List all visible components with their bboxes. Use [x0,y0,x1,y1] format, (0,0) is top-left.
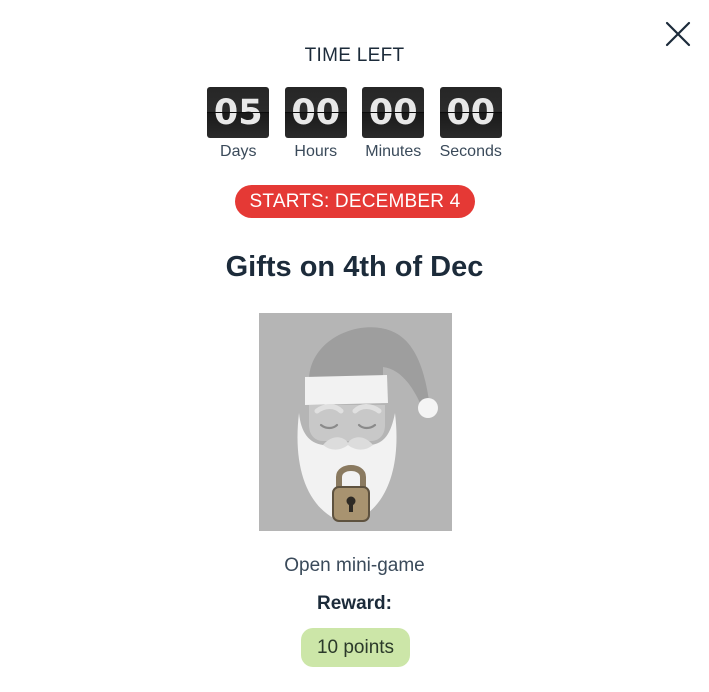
seconds-label: Seconds [439,143,502,160]
open-mini-game-link[interactable]: Open mini-game [0,555,709,577]
hours-value: 00 [284,87,347,138]
gift-modal: TIME LEFT 05 Days 00 Hours 00 Minutes 00… [0,0,709,692]
minutes-value: 00 [362,87,425,138]
starts-date-badge: STARTS: DECEMBER 4 [235,185,475,218]
santa-claus-locked-icon [297,327,438,522]
page-title: Gifts on 4th of Dec [225,251,484,283]
minutes-label: Minutes [365,143,422,160]
seconds-value: 00 [439,87,502,138]
mini-game-image[interactable] [259,313,452,531]
reward-points-badge: 10 points [301,628,410,667]
reward-label: Reward: [317,593,392,614]
countdown-seconds: 00 Seconds [432,87,510,161]
days-label: Days [220,143,257,160]
countdown-hours: 00 Hours [277,87,355,161]
countdown-days: 05 Days [200,87,278,161]
countdown-timer: 05 Days 00 Hours 00 Minutes 00 Seconds [0,87,709,161]
hours-label: Hours [294,143,338,160]
days-value: 05 [207,87,270,138]
padlock-icon [332,486,370,522]
countdown-minutes: 00 Minutes [355,87,433,161]
time-left-label: TIME LEFT [304,45,405,66]
